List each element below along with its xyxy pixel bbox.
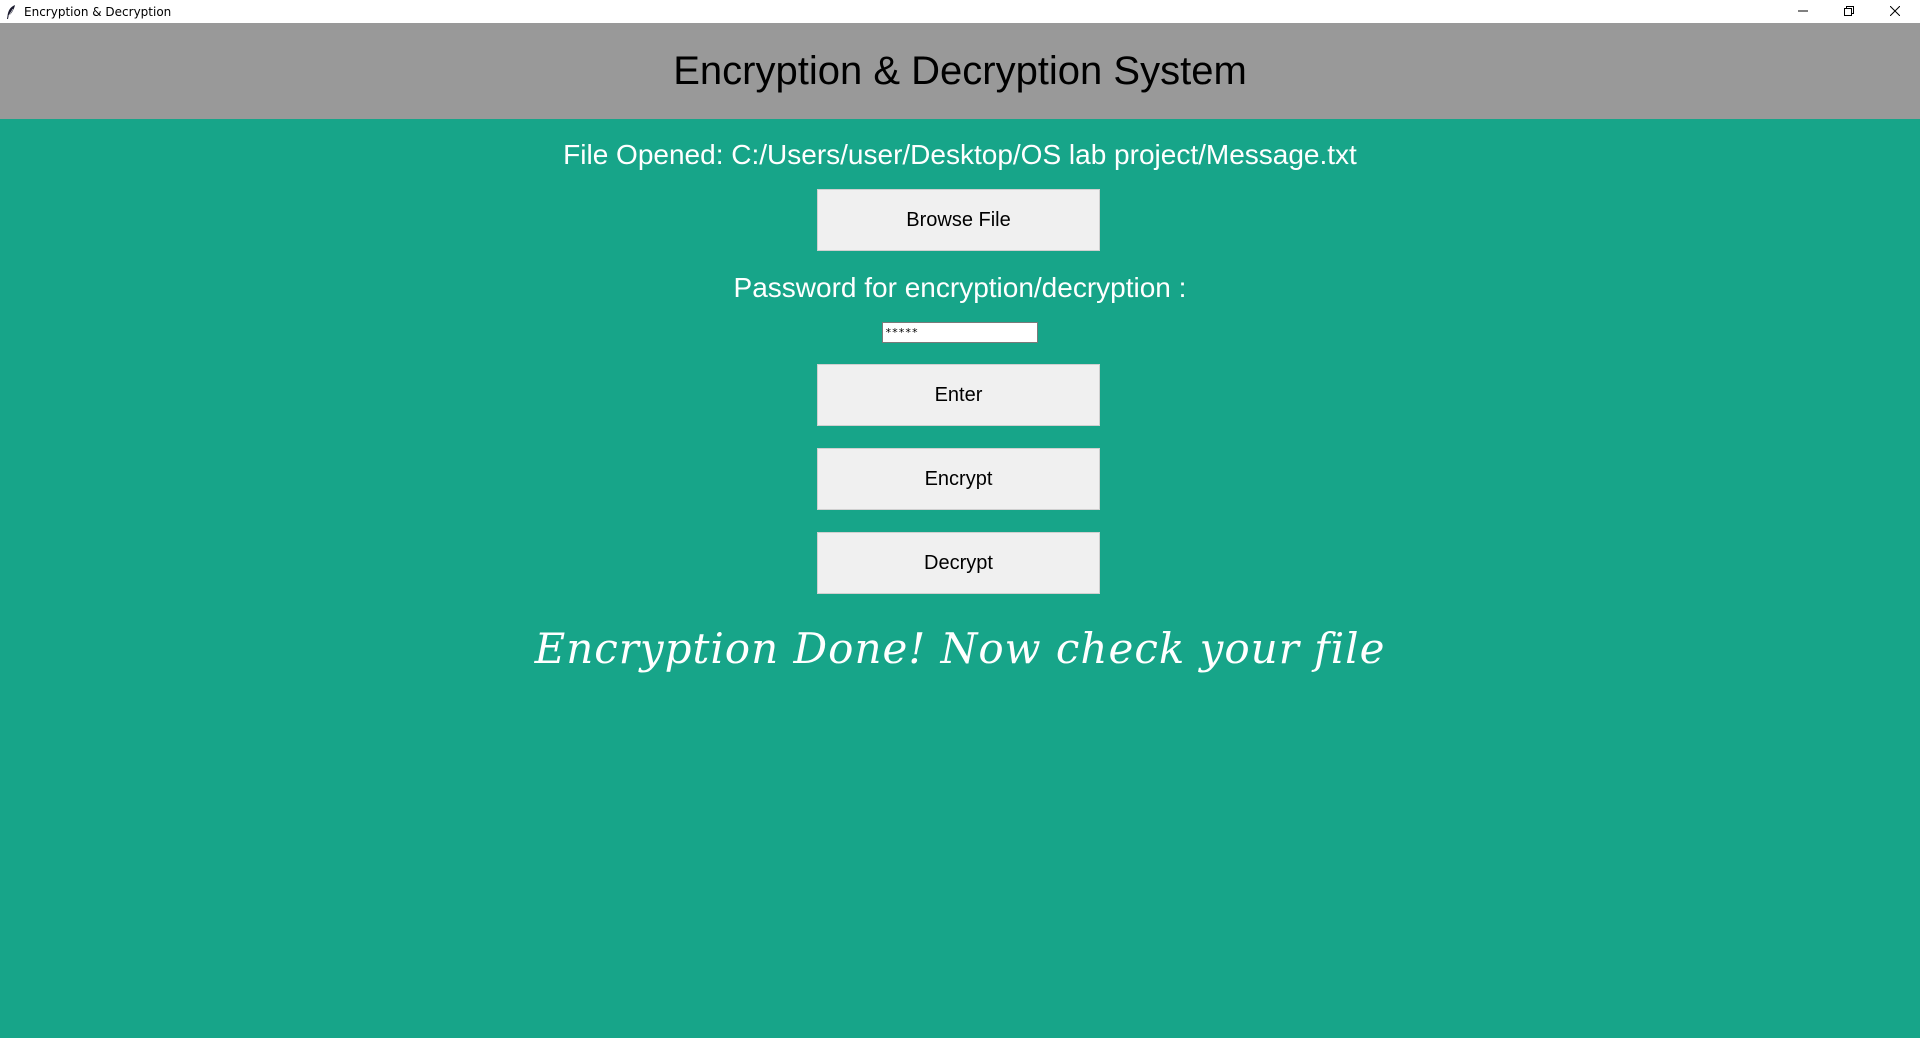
close-icon <box>1889 3 1901 21</box>
minimize-button[interactable] <box>1780 0 1826 23</box>
close-button[interactable] <box>1872 0 1918 23</box>
status-message: Encryption Done! Now check your file <box>534 624 1386 673</box>
encrypt-button[interactable]: Encrypt <box>817 448 1100 510</box>
page-title: Encryption & Decryption System <box>673 48 1247 93</box>
password-label: Password for encryption/decryption : <box>733 272 1187 303</box>
app-window: Encryption & Decryption Encryption & Dec… <box>0 0 1920 1038</box>
restore-icon <box>1844 3 1854 21</box>
feather-icon <box>4 4 18 20</box>
browse-file-button[interactable]: Browse File <box>817 189 1100 251</box>
password-input[interactable] <box>882 322 1038 343</box>
file-opened-label: File Opened: C:/Users/user/Desktop/OS la… <box>563 139 1357 170</box>
window-title: Encryption & Decryption <box>24 4 172 19</box>
decrypt-button[interactable]: Decrypt <box>817 532 1100 594</box>
minimize-icon <box>1798 3 1808 21</box>
title-bar[interactable]: Encryption & Decryption <box>0 0 1920 23</box>
header-bar: Encryption & Decryption System <box>0 23 1920 119</box>
restore-button[interactable] <box>1826 0 1872 23</box>
enter-button[interactable]: Enter <box>817 364 1100 426</box>
